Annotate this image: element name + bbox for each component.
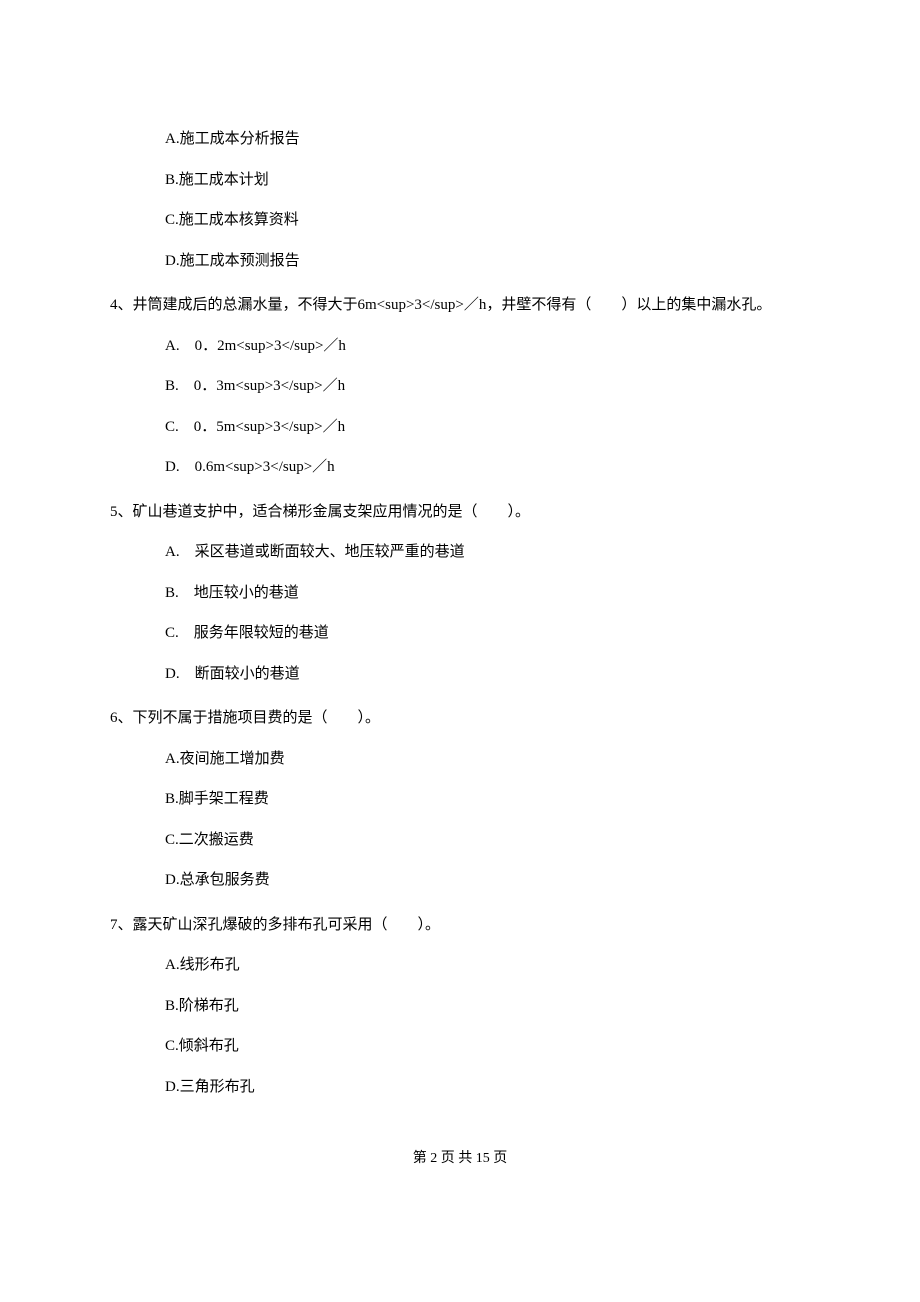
question-4: 4、井筒建成后的总漏水量，不得大于6m<sup>3</sup>／h，井壁不得有（… [110,294,810,317]
page-content: A.施工成本分析报告 B.施工成本计划 C.施工成本核算资料 D.施工成本预测报… [0,0,920,1209]
q5-option-b: B. 地压较小的巷道 [110,582,810,605]
q3-option-b: B.施工成本计划 [110,169,810,192]
question-5: 5、矿山巷道支护中，适合梯形金属支架应用情况的是（ ）。 [110,501,810,524]
q3-option-d: D.施工成本预测报告 [110,250,810,273]
q5-option-c: C. 服务年限较短的巷道 [110,622,810,645]
q6-option-d: D.总承包服务费 [110,869,810,892]
q3-option-a: A.施工成本分析报告 [110,128,810,151]
q5-option-d: D. 断面较小的巷道 [110,663,810,686]
q6-option-b: B.脚手架工程费 [110,788,810,811]
question-7: 7、露天矿山深孔爆破的多排布孔可采用（ ）。 [110,914,810,937]
q7-option-c: C.倾斜布孔 [110,1035,810,1058]
q4-option-b: B. 0．3m<sup>3</sup>／h [110,375,810,398]
q4-option-d: D. 0.6m<sup>3</sup>／h [110,456,810,479]
q5-option-a: A. 采区巷道或断面较大、地压较严重的巷道 [110,541,810,564]
q4-option-a: A. 0．2m<sup>3</sup>／h [110,335,810,358]
q6-option-c: C.二次搬运费 [110,829,810,852]
question-6: 6、下列不属于措施项目费的是（ ）。 [110,707,810,730]
q7-option-a: A.线形布孔 [110,954,810,977]
q6-option-a: A.夜间施工增加费 [110,748,810,771]
q7-option-b: B.阶梯布孔 [110,995,810,1018]
page-footer: 第 2 页 共 15 页 [110,1148,810,1169]
q7-option-d: D.三角形布孔 [110,1076,810,1099]
q4-option-c: C. 0．5m<sup>3</sup>／h [110,416,810,439]
q3-option-c: C.施工成本核算资料 [110,209,810,232]
